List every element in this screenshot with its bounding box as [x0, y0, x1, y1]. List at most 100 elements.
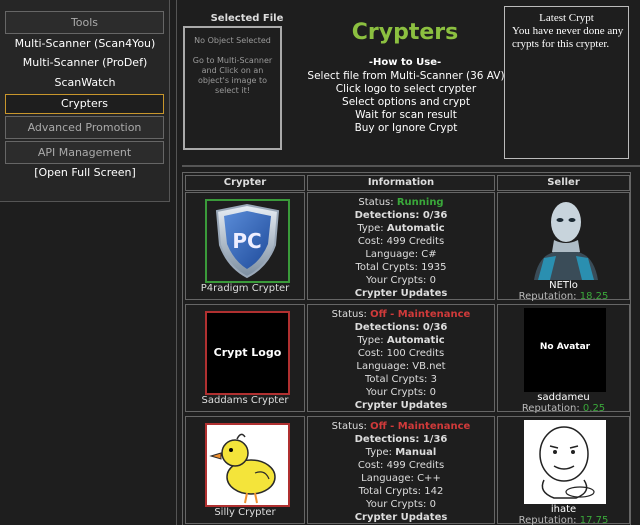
- status-label: Status:: [331, 309, 371, 320]
- crypter-name: Saddams Crypter: [201, 395, 289, 406]
- crypter-name: Silly Crypter: [214, 507, 276, 518]
- status-value: Off - Maintenance: [370, 421, 471, 432]
- total-value: 3: [430, 374, 437, 385]
- status-value: Off - Maintenance: [370, 309, 471, 320]
- crypter-cell: PC P4radigm Crypter: [185, 192, 305, 300]
- status-label: Status:: [358, 197, 397, 208]
- total-label: Total Crypts:: [355, 262, 422, 273]
- cost-value: 499 Credits: [386, 460, 445, 471]
- seller-cell: ihate Reputation: 17.75: [497, 416, 630, 525]
- crypter-name: P4radigm Crypter: [200, 283, 290, 294]
- avatar[interactable]: [524, 420, 606, 504]
- table-row: PC P4radigm Crypter Status: Running Dete…: [183, 192, 632, 304]
- horizontal-divider: [182, 165, 640, 167]
- selected-file-box[interactable]: No Object Selected Go to Multi-Scanner a…: [183, 26, 282, 150]
- sidebar-item-crypters[interactable]: Crypters: [5, 94, 164, 114]
- howto-title: -How to Use-: [368, 57, 442, 68]
- yours-value: 0: [429, 387, 436, 398]
- type-value: Manual: [395, 447, 437, 458]
- avatar[interactable]: No Avatar: [524, 308, 606, 392]
- total-label: Total Crypts:: [365, 374, 431, 385]
- reputation-value: 0.25: [582, 403, 606, 414]
- cost-value: 100 Credits: [386, 348, 445, 359]
- status-value: Running: [396, 197, 444, 208]
- selected-file-title: Selected File: [210, 13, 284, 24]
- reputation-label: Reputation:: [518, 515, 580, 525]
- howto-step: Buy or Ignore Crypt: [354, 122, 458, 134]
- seller-name[interactable]: saddameu: [498, 392, 629, 403]
- header-information: Information: [307, 175, 495, 191]
- howto-step: Click logo to select crypter: [335, 83, 477, 95]
- type-label: Type:: [365, 447, 396, 458]
- reputation-label: Reputation:: [518, 291, 580, 302]
- duck-icon: [209, 433, 276, 504]
- tools-header-button[interactable]: Tools: [5, 11, 164, 34]
- language-label: Language:: [365, 249, 422, 260]
- crypter-logo-button[interactable]: [205, 423, 290, 507]
- open-full-screen-link[interactable]: [Open Full Screen]: [0, 166, 170, 179]
- sidebar-item-scanwatch[interactable]: ScanWatch: [0, 76, 170, 89]
- yours-label: Your Crypts:: [366, 387, 430, 398]
- yours-label: Your Crypts:: [366, 499, 430, 510]
- language-label: Language:: [361, 473, 418, 484]
- sidebar-item-scan4you[interactable]: Multi-Scanner (Scan4You): [0, 37, 170, 50]
- total-label: Total Crypts:: [358, 486, 425, 497]
- yours-value: 0: [429, 499, 436, 510]
- header-crypter: Crypter: [185, 175, 305, 191]
- select-hint-text: Go to Multi-Scanner and Click on an obje…: [192, 56, 273, 95]
- sidebar-item-promotion[interactable]: Advanced Promotion System: [5, 116, 164, 155]
- info-cell: Status: Off - Maintenance Detections: 0/…: [307, 304, 495, 412]
- type-value: Automatic: [386, 223, 445, 234]
- table-row: Silly Crypter Status: Off - Maintenance …: [183, 416, 632, 525]
- seller-name[interactable]: NETlo: [498, 280, 629, 291]
- table-row: Crypt Logo Saddams Crypter Status: Off -…: [183, 304, 632, 416]
- vertical-divider: [176, 0, 177, 525]
- latest-crypt-title: Latest Crypt: [539, 12, 594, 24]
- seller-cell: NETlo Reputation: 18.25: [497, 192, 630, 302]
- detections-value: 0/36: [422, 322, 448, 333]
- sidebar-item-api-management[interactable]: API Management: [5, 141, 164, 164]
- crypter-cell: Crypt Logo Saddams Crypter: [185, 304, 305, 412]
- yours-value: 0: [429, 275, 436, 286]
- info-cell: Status: Running Detections: 0/36 Type: A…: [307, 192, 495, 300]
- crypter-logo-button[interactable]: Crypt Logo: [205, 311, 290, 395]
- detections-label: Detections:: [354, 210, 423, 221]
- latest-crypt-panel: Latest Crypt You have never done any cry…: [504, 6, 629, 159]
- crypter-updates-link[interactable]: Crypter Updates: [308, 287, 494, 300]
- latest-crypt-text: You have never done any crypts for this …: [512, 25, 624, 50]
- language-value: C#: [421, 249, 437, 260]
- info-cell: Status: Off - Maintenance Detections: 1/…: [307, 416, 495, 524]
- howto-step: Select file from Multi-Scanner (36 AV): [307, 70, 505, 82]
- detections-label: Detections:: [354, 434, 423, 445]
- cost-label: Cost:: [357, 236, 387, 247]
- sidebar: Tools Multi-Scanner (Scan4You) Multi-Sca…: [0, 0, 170, 202]
- type-label: Type:: [357, 223, 387, 234]
- avatar[interactable]: [524, 196, 606, 280]
- detections-label: Detections:: [354, 322, 423, 333]
- language-label: Language:: [356, 361, 413, 372]
- cost-label: Cost:: [357, 348, 387, 359]
- total-value: 142: [424, 486, 444, 497]
- crypter-logo-button[interactable]: PC: [205, 199, 290, 283]
- language-value: C++: [417, 473, 441, 484]
- cost-value: 499 Credits: [386, 236, 445, 247]
- cost-label: Cost:: [357, 460, 387, 471]
- seller-name[interactable]: ihate: [498, 504, 629, 515]
- robot-avatar-icon: [524, 196, 606, 280]
- yours-label: Your Crypts:: [366, 275, 430, 286]
- logo-text: Crypt Logo: [213, 346, 282, 359]
- crypter-cell: Silly Crypter: [185, 416, 305, 524]
- crypter-updates-link[interactable]: Crypter Updates: [308, 399, 494, 412]
- language-value: VB.net: [412, 361, 446, 372]
- no-object-text: No Object Selected: [194, 36, 271, 45]
- no-avatar-text: No Avatar: [539, 342, 591, 352]
- reputation-value: 18.25: [579, 291, 609, 302]
- total-value: 1935: [421, 262, 447, 273]
- howto-step: Wait for scan result: [355, 109, 457, 121]
- detections-value: 1/36: [422, 434, 448, 445]
- type-value: Automatic: [386, 335, 445, 346]
- reputation-label: Reputation:: [521, 403, 583, 414]
- type-label: Type:: [357, 335, 387, 346]
- crypter-updates-link[interactable]: Crypter Updates: [308, 511, 494, 524]
- sidebar-item-prodef[interactable]: Multi-Scanner (ProDef): [0, 56, 170, 69]
